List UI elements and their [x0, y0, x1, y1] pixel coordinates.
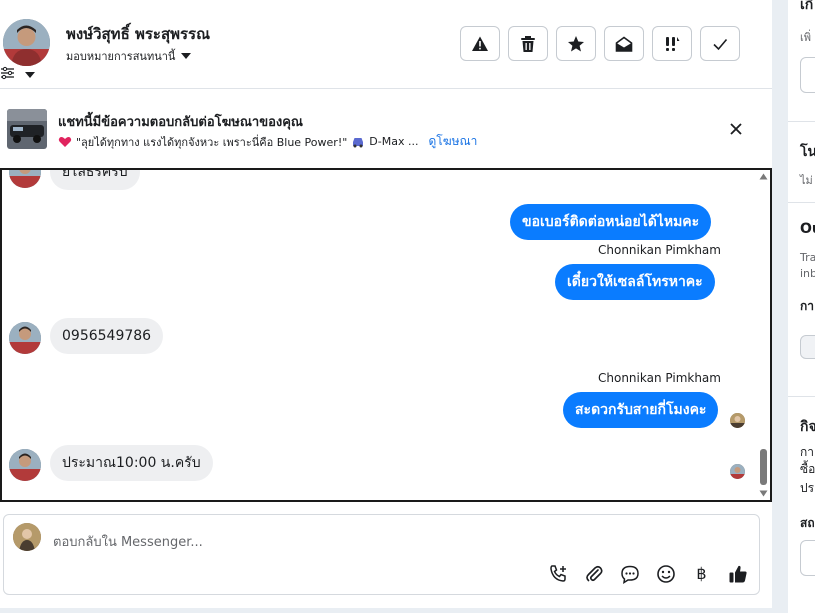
outgoing-message: เดี๋ยวให้เซลล์โทรหาคะ — [555, 264, 715, 300]
like-icon — [729, 565, 747, 582]
like-button[interactable] — [726, 562, 749, 585]
composer-toolbar: ฿ — [546, 562, 749, 585]
sender-name: Chonnikan Pimkham — [598, 371, 721, 385]
panel-label: สถ — [800, 516, 815, 530]
incoming-message: 0956549786 — [50, 318, 164, 354]
panel-divider — [788, 121, 815, 122]
add-call-button[interactable] — [546, 562, 569, 585]
trash-icon — [521, 35, 535, 52]
add-call-icon — [549, 564, 566, 582]
contact-avatar[interactable] — [3, 19, 50, 66]
panel-section-heading: กิจ — [800, 419, 815, 435]
panel-input-field[interactable] — [800, 57, 815, 93]
panel-select[interactable] — [800, 335, 815, 359]
mark-unread-button[interactable] — [604, 26, 644, 61]
incoming-message: ประมาณ10:00 น.ครับ — [50, 445, 213, 481]
delete-button[interactable] — [508, 26, 548, 61]
header-divider — [0, 88, 772, 89]
contact-avatar-small — [9, 322, 41, 354]
scroll-up-icon[interactable] — [759, 173, 768, 180]
page-avatar — [13, 523, 41, 551]
mark-done-button[interactable] — [700, 26, 740, 61]
panel-gutter — [772, 0, 788, 613]
panel-section-heading: เกี — [800, 0, 814, 13]
scrollbar-thumb[interactable] — [760, 449, 767, 485]
important-icon — [666, 36, 680, 51]
panel-input-field[interactable] — [800, 540, 815, 576]
car-icon — [353, 137, 364, 147]
attach-button[interactable] — [582, 562, 605, 585]
ad-thumbnail[interactable] — [7, 109, 47, 149]
panel-text-fragment: ปร — [800, 481, 815, 495]
outgoing-message: สะดวกรับสายกี่โมงคะ — [563, 392, 719, 428]
panel-text-fragment: ไม่ — [800, 174, 813, 187]
panel-label: กา — [800, 299, 815, 313]
saved-reply-button[interactable] — [618, 562, 641, 585]
ad-snippet-text: "ลุยได้ทุกทาง แรงได้ทุกจังหวะ เพราะนี่คื… — [76, 135, 348, 149]
saved-reply-icon — [620, 565, 639, 584]
conversation-actions — [460, 26, 740, 61]
close-icon — [730, 123, 742, 135]
assign-conversation-dropdown[interactable]: มอบหมายการสนทนานี้ — [66, 47, 192, 65]
message-thread[interactable]: ย้ไลธ์รครับ ขอเบอร์ติดต่อหน่อยได้ไหมคะ C… — [0, 168, 772, 502]
filter-settings-icon[interactable] — [0, 66, 40, 82]
ad-snippet-tail: D-Max ... — [369, 135, 419, 148]
panel-divider — [788, 396, 815, 397]
view-ad-link[interactable]: ดูโฆษณา — [428, 132, 477, 151]
thread-scrollbar[interactable] — [757, 170, 770, 500]
incoming-message: ย้ไลธ์รครับ — [50, 170, 140, 190]
done-icon — [713, 38, 728, 50]
emoji-icon — [656, 564, 675, 583]
ad-reply-title: แชทนี้มีข้อความตอบกลับต่อโฆษณาของคุณ — [58, 115, 303, 130]
panel-section-heading: โน — [800, 144, 815, 160]
heart-icon — [58, 136, 72, 147]
star-icon — [568, 35, 584, 51]
close-banner-button[interactable] — [726, 119, 746, 139]
ad-snippet: "ลุยได้ทุกทาง แรงได้ทุกจังหวะ เพราะนี่คื… — [58, 132, 477, 151]
contact-name: พงษ์วิสุทธิ์ พระสุพรรณ — [66, 25, 211, 43]
panel-text-fragment: เพิ่ — [800, 31, 812, 44]
star-button[interactable] — [556, 26, 596, 61]
attach-icon — [585, 565, 603, 581]
payment-button[interactable]: ฿ — [690, 562, 713, 585]
chevron-down-icon — [181, 53, 192, 59]
reply-input[interactable]: ตอบกลับใน Messenger... — [53, 531, 203, 552]
reply-composer[interactable]: ตอบกลับใน Messenger... ฿ — [3, 514, 760, 595]
panel-text-fragment: Tra — [800, 251, 815, 264]
contact-avatar-small — [9, 449, 41, 481]
panel-text-fragment: ซื้อ — [800, 462, 815, 476]
contact-details-panel: เกี เพิ่ โน ไม่ Ou Tra inb กา กิจ กา ซื้… — [788, 0, 815, 613]
assign-label: มอบหมายการสนทนานี้ — [66, 50, 176, 63]
outgoing-message: ขอเบอร์ติดต่อหน่อยได้ไหมคะ — [510, 204, 712, 240]
report-icon — [472, 36, 488, 51]
contact-avatar-small — [9, 170, 41, 188]
panel-section-heading: Ou — [800, 221, 815, 237]
report-button[interactable] — [460, 26, 500, 61]
seen-receipt-avatar — [730, 464, 745, 479]
panel-text-fragment: inb — [800, 267, 815, 280]
sender-name: Chonnikan Pimkham — [598, 243, 721, 257]
baht-icon: ฿ — [696, 564, 707, 583]
important-button[interactable] — [652, 26, 692, 61]
panel-divider — [788, 202, 815, 203]
scroll-down-icon[interactable] — [759, 490, 768, 497]
seen-receipt-avatar — [730, 413, 745, 428]
emoji-button[interactable] — [654, 562, 677, 585]
mark-unread-icon — [615, 36, 633, 52]
inbox-conversation-pane: พงษ์วิสุทธิ์ พระสุพรรณ มอบหมายการสนทนานี… — [0, 0, 772, 608]
